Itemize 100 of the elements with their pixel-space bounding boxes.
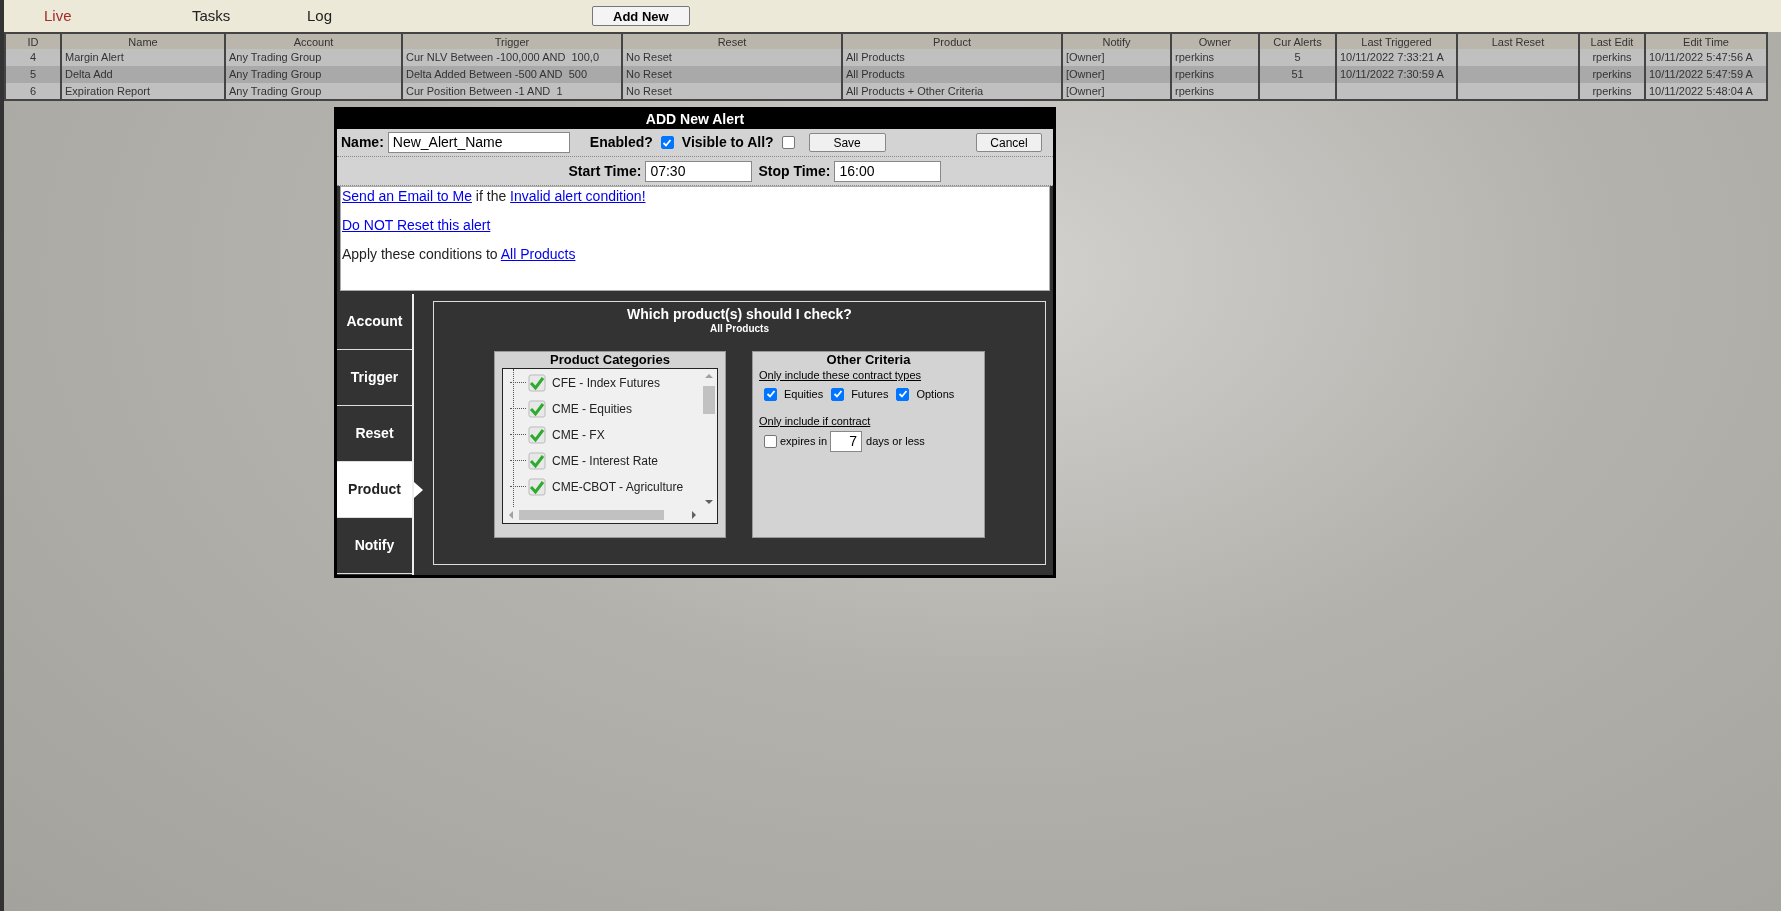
start-time-label: Start Time: (568, 161, 642, 181)
scrollbar-thumb[interactable] (519, 510, 664, 520)
table-cell: [Owner] (1066, 68, 1105, 80)
table-cell: Cur Position Between -1 AND 1 (406, 84, 563, 97)
nav-tab[interactable]: Tasks (152, 4, 267, 28)
column-header: Product (842, 33, 1062, 49)
table-cell: rperkins (1592, 84, 1632, 97)
table-cell: rperkins (1175, 51, 1215, 63)
save-button[interactable]: Save (808, 133, 886, 152)
table-cell: All Products (846, 68, 905, 80)
dialog-title: ADD New Alert (337, 110, 1053, 129)
table-cell: 10/11/2022 7:30:59 A (1340, 68, 1444, 80)
column-header: Reset (622, 33, 842, 49)
table-cell: rperkins (1592, 51, 1632, 63)
category-label[interactable]: CME-CBOT - Agriculture (552, 477, 684, 496)
category-label[interactable]: CME - Equities (552, 399, 633, 418)
scroll-right-icon[interactable] (691, 511, 697, 519)
table-cell: All Products + Other Criteria (846, 84, 984, 97)
enabled-label: Enabled? (589, 133, 653, 152)
column-header: Notify (1062, 33, 1171, 49)
side-tab[interactable]: Product (337, 462, 412, 517)
table-cell: 5 (29, 68, 37, 80)
start-time-field[interactable]: 07:30 (645, 160, 753, 182)
scroll-down-icon[interactable] (705, 499, 713, 505)
column-header: Name (61, 33, 225, 49)
table-cell: No Reset (626, 51, 672, 63)
column-header: ID (5, 33, 61, 49)
column-header: Cur Alerts (1259, 33, 1336, 49)
link[interactable]: Do NOT Reset this alert (342, 217, 491, 233)
criteria-title: Other Criteria (825, 352, 912, 368)
checkbox[interactable] (831, 387, 845, 401)
link[interactable]: Invalid alert condition! (510, 188, 646, 204)
checkbox[interactable] (764, 434, 777, 448)
days-field[interactable]: 7 (830, 430, 863, 452)
check-icon[interactable] (528, 451, 546, 470)
table-cell: 5 (1294, 51, 1301, 63)
table-cell: 10/11/2022 7:33:21 A (1340, 51, 1444, 63)
column-header: Account (225, 33, 402, 49)
table-cell: [Owner] (1066, 51, 1105, 63)
nav-tab[interactable]: Live (4, 4, 152, 28)
expiry-suffix: days or less (866, 433, 925, 449)
table-cell: Delta Added Between -500 AND 500 (406, 68, 587, 80)
expiry-label: Only include if contract (759, 413, 872, 428)
name-label: Name: (341, 133, 384, 152)
column-header: Trigger (402, 33, 622, 49)
column-header: Last Triggered (1336, 33, 1457, 49)
tab-pointer-icon (414, 482, 423, 498)
checkbox[interactable] (896, 387, 910, 401)
stop-time-label: Stop Time: (758, 161, 831, 181)
stop-time-field[interactable]: 16:00 (834, 160, 942, 182)
nav-tab[interactable]: Log (267, 4, 352, 28)
checkbox[interactable] (764, 387, 777, 401)
table-cell: 10/11/2022 5:48:04 A (1649, 84, 1753, 97)
table-cell: [Owner] (1066, 84, 1105, 97)
contract-type-label: Futures (851, 387, 889, 402)
table-cell: 51 (1291, 68, 1304, 80)
table-cell: 10/11/2022 5:47:56 A (1649, 51, 1753, 63)
table-cell: 4 (29, 51, 37, 63)
scroll-left-icon[interactable] (508, 511, 514, 519)
table-cell: rperkins (1592, 68, 1632, 80)
add-new-button[interactable]: Add New (592, 6, 690, 26)
panel-subtitle: All Products (710, 322, 769, 335)
table-cell: Any Trading Group (229, 51, 322, 63)
column-header: Last Edit (1579, 33, 1645, 49)
summary-text: Apply these conditions to (342, 246, 499, 262)
table-cell: Any Trading Group (229, 68, 322, 80)
link[interactable]: Send an Email to Me (342, 188, 472, 204)
category-label[interactable]: CME - FX (552, 425, 605, 444)
scrollbar-thumb[interactable] (703, 386, 715, 414)
summary-text: if the (474, 188, 508, 204)
check-icon[interactable] (528, 477, 546, 496)
column-header: Owner (1171, 33, 1259, 49)
cancel-button[interactable]: Cancel (976, 133, 1042, 152)
check-icon[interactable] (528, 373, 546, 392)
panel-title: Which product(s) should I check? (627, 306, 852, 322)
name-field[interactable]: New_Alert_Name (387, 132, 570, 153)
table-cell: 6 (29, 84, 37, 97)
category-label[interactable]: CFE - Index Futures (552, 373, 661, 392)
contract-type-label: Options (916, 387, 955, 402)
column-header: Last Reset (1457, 33, 1579, 49)
table-cell: Cur NLV Between -100,000 AND 100,0 (406, 51, 600, 63)
checkbox[interactable] (781, 136, 795, 149)
table-cell: rperkins (1175, 68, 1215, 80)
category-label[interactable]: CME - Interest Rate (552, 451, 659, 470)
expiry-prefix: expires in (780, 433, 828, 449)
check-icon[interactable] (528, 399, 546, 418)
categories-title: Product Categories (550, 352, 670, 368)
table-cell: Expiration Report (65, 84, 150, 97)
table-cell: 10/11/2022 5:47:59 A (1649, 68, 1753, 80)
check-icon[interactable] (528, 425, 546, 444)
table-cell: rperkins (1175, 84, 1215, 97)
column-header: Edit Time (1645, 33, 1767, 49)
scroll-up-icon[interactable] (705, 373, 713, 379)
contract-type-label: Equities (784, 387, 824, 402)
table-cell: No Reset (626, 68, 672, 80)
visible-label: Visible to All? (681, 133, 774, 152)
checkbox[interactable] (660, 136, 674, 149)
table-cell: No Reset (626, 84, 672, 97)
table-cell: Margin Alert (65, 51, 124, 63)
link[interactable]: All Products (500, 246, 576, 262)
